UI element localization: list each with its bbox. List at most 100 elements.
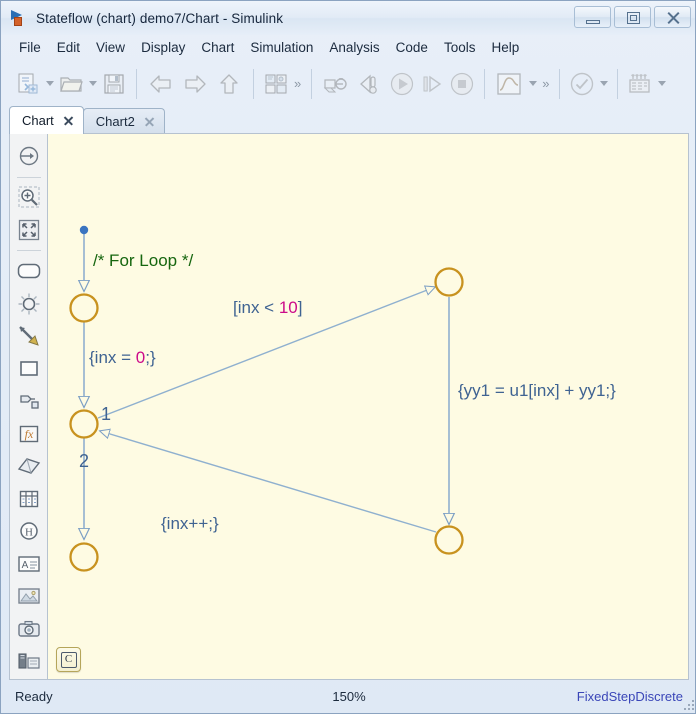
scope-icon[interactable] xyxy=(492,69,526,99)
truth-table-icon[interactable] xyxy=(14,484,44,514)
box-icon[interactable] xyxy=(14,354,44,384)
build-model-dropdown[interactable] xyxy=(655,69,668,99)
menu-view[interactable]: View xyxy=(88,38,133,57)
build-model-icon[interactable] xyxy=(625,69,655,99)
junction-e[interactable] xyxy=(434,525,464,555)
tab-chart[interactable]: Chart xyxy=(9,106,84,134)
zoom-in-icon[interactable] xyxy=(14,182,44,212)
back-arrow-icon[interactable] xyxy=(144,69,178,99)
tab-chart2-close-icon[interactable] xyxy=(144,116,155,127)
stop-icon[interactable] xyxy=(447,69,477,99)
action-language-badge[interactable]: C xyxy=(56,647,81,672)
model-advisor-icon[interactable] xyxy=(567,69,597,99)
tab-chart2-label: Chart2 xyxy=(95,114,135,129)
toolbar-group-advisor xyxy=(563,64,614,104)
minimize-button[interactable] xyxy=(574,6,611,28)
update-diagram-icon[interactable] xyxy=(319,69,353,99)
forward-arrow-icon[interactable] xyxy=(178,69,212,99)
svg-text:H: H xyxy=(25,527,33,539)
editor-area: fx H A /* For Loop */ [inx < 10] {inx = … xyxy=(9,133,689,680)
execution-order-2[interactable]: 2 xyxy=(79,451,89,471)
minimize-icon xyxy=(586,20,600,24)
simulink-function-icon[interactable] xyxy=(14,451,44,481)
transition-increment-label[interactable]: {inx++;} xyxy=(161,514,219,533)
action-language-badge-label: C xyxy=(60,651,77,668)
transition-init-label[interactable]: {inx = 0;} xyxy=(89,348,156,367)
menu-file[interactable]: File xyxy=(11,38,49,57)
menu-chart[interactable]: Chart xyxy=(193,38,242,57)
menu-display[interactable]: Display xyxy=(133,38,193,57)
menu-code[interactable]: Code xyxy=(388,38,436,57)
stateflow-icon xyxy=(11,9,29,27)
toolbar-overflow-chevron-2[interactable]: » xyxy=(539,76,552,91)
menu-tools[interactable]: Tools xyxy=(436,38,484,57)
open-folder-dropdown[interactable] xyxy=(86,69,99,99)
menu-analysis[interactable]: Analysis xyxy=(321,38,387,57)
toolbar-overflow-chevron-1[interactable]: » xyxy=(291,76,304,91)
tab-chart-close-icon[interactable] xyxy=(63,115,74,126)
save-icon[interactable] xyxy=(99,69,129,99)
status-bar: Ready 150% FixedStepDiscrete xyxy=(1,680,695,713)
toolbar-separator xyxy=(559,68,561,99)
junction-b[interactable] xyxy=(69,409,99,439)
toolbar-separator xyxy=(136,68,137,99)
scope-dropdown[interactable] xyxy=(526,69,539,99)
junction-d[interactable] xyxy=(434,267,464,297)
resize-grip[interactable] xyxy=(682,698,694,710)
run-icon[interactable] xyxy=(387,69,417,99)
toolbar-separator xyxy=(253,68,254,99)
image-annotation-icon[interactable] xyxy=(14,581,44,611)
transition-default[interactable] xyxy=(80,225,88,291)
stateflow-diagram: /* For Loop */ [inx < 10] {inx = 0;} {yy… xyxy=(69,225,616,572)
model-advisor-dropdown[interactable] xyxy=(597,69,610,99)
toolbar-group-navigation xyxy=(140,64,250,104)
tab-chart2[interactable]: Chart2 xyxy=(82,108,165,134)
chart-comment-label[interactable]: /* For Loop */ xyxy=(93,251,193,270)
history-junction-icon[interactable]: H xyxy=(14,516,44,546)
toolbar-separator xyxy=(617,68,619,99)
tab-strip: Chart Chart2 xyxy=(1,106,695,134)
junction-a[interactable] xyxy=(69,293,99,323)
junction-c[interactable] xyxy=(69,542,99,572)
transition-accumulate-label[interactable]: {yy1 = u1[inx] + yy1;} xyxy=(458,381,616,400)
toolbar-group-build xyxy=(621,64,672,104)
svg-text:A: A xyxy=(21,560,28,571)
toolbar-separator xyxy=(484,68,486,99)
title-bar: Stateflow (chart) demo7/Chart - Simulink xyxy=(1,1,695,35)
maximize-button[interactable] xyxy=(614,6,651,28)
toolbar-group-browser: » xyxy=(257,64,308,104)
snapshot-icon[interactable] xyxy=(14,614,44,644)
menu-edit[interactable]: Edit xyxy=(49,38,88,57)
solver-label[interactable]: FixedStepDiscrete xyxy=(577,689,683,704)
matlab-function-icon[interactable]: fx xyxy=(14,419,44,449)
fit-to-view-icon[interactable] xyxy=(14,215,44,245)
fast-restart-icon[interactable] xyxy=(353,69,387,99)
annotation-icon[interactable]: A xyxy=(14,549,44,579)
window-title: Stateflow (chart) demo7/Chart - Simulink xyxy=(36,10,284,26)
close-button[interactable] xyxy=(654,6,691,28)
state-icon[interactable] xyxy=(14,256,44,286)
execution-order-1[interactable]: 1 xyxy=(101,404,111,424)
menu-simulation[interactable]: Simulation xyxy=(242,38,321,57)
up-arrow-icon[interactable] xyxy=(212,69,246,99)
simulink-stateflow-window: Stateflow (chart) demo7/Chart - Simulink… xyxy=(0,0,696,714)
stateflow-palette: fx H A xyxy=(9,133,47,680)
close-icon xyxy=(655,7,690,27)
menu-help[interactable]: Help xyxy=(483,38,527,57)
model-browser-icon[interactable] xyxy=(261,69,291,99)
transition-condition-label[interactable]: [inx < 10] xyxy=(233,298,303,317)
default-transition-icon[interactable] xyxy=(14,141,44,171)
toolbar-separator xyxy=(311,68,313,99)
transition-increment[interactable] xyxy=(100,431,437,533)
junction-icon[interactable] xyxy=(14,289,44,319)
window-controls xyxy=(574,6,691,28)
area-annotation-icon[interactable] xyxy=(14,646,44,676)
open-folder-icon[interactable] xyxy=(56,69,86,99)
stateflow-canvas[interactable]: /* For Loop */ [inx < 10] {inx = 0;} {yy… xyxy=(47,133,689,680)
tab-chart-label: Chart xyxy=(22,113,54,128)
transition-icon[interactable] xyxy=(14,321,44,351)
new-model-dropdown[interactable] xyxy=(43,69,56,99)
step-forward-icon[interactable] xyxy=(417,69,447,99)
graphical-function-icon[interactable] xyxy=(14,386,44,416)
new-model-icon[interactable] xyxy=(13,69,43,99)
